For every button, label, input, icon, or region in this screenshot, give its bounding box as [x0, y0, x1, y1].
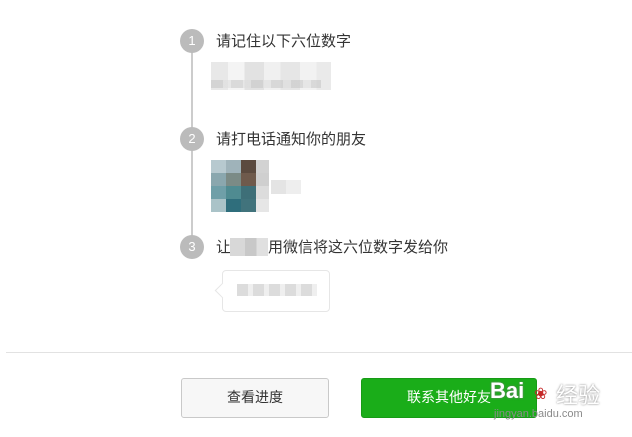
- baidu-jingyan-watermark: Bai ❀ 经验 jingyan.baidu.com: [484, 378, 632, 430]
- six-digit-code-redacted: [211, 62, 331, 90]
- friend-avatar: [211, 160, 269, 212]
- friend-name-redacted: [271, 180, 301, 194]
- step-1-number: 1: [180, 29, 204, 53]
- watermark-logo-suffix: 经验: [556, 383, 601, 408]
- step-3-title-suffix: 用微信将这六位数字发给你: [268, 238, 449, 256]
- watermark-url: jingyan.baidu.com: [494, 408, 583, 420]
- step-3-number: 3: [180, 235, 204, 259]
- paw-icon: ❀: [534, 386, 548, 403]
- check-progress-button[interactable]: 查看进度: [181, 378, 329, 418]
- watermark-logo-text: Bai: [490, 378, 525, 403]
- bubble-code-redacted: [237, 284, 317, 296]
- step-2-number: 2: [180, 127, 204, 151]
- step-1-title: 请记住以下六位数字: [216, 32, 352, 50]
- step-3-title-prefix: 让: [216, 238, 232, 256]
- message-bubble: [222, 270, 330, 312]
- divider: [6, 352, 632, 353]
- step-2-title: 请打电话通知你的朋友: [216, 130, 367, 148]
- friend-name-inline-redacted: [230, 238, 268, 256]
